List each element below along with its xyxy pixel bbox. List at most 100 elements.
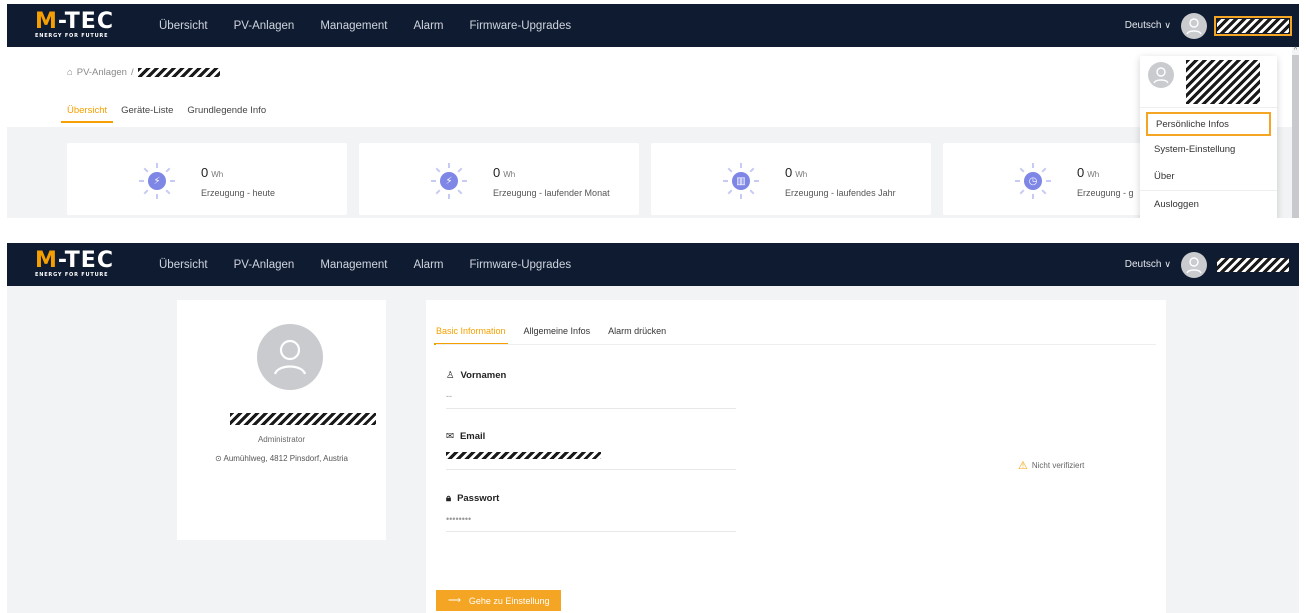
nav-management[interactable]: Management bbox=[320, 20, 387, 32]
sun-ray bbox=[139, 180, 144, 182]
production-value: 0 bbox=[493, 165, 501, 180]
production-label: Erzeugung - g bbox=[1077, 188, 1134, 198]
sun-ray bbox=[1015, 180, 1020, 182]
tab-overview[interactable]: Übersicht bbox=[60, 105, 114, 123]
chevron-down-icon: ∨ bbox=[1164, 259, 1171, 269]
person-icon: ♙ bbox=[446, 370, 455, 381]
tab-general-info[interactable]: Allgemeine Infos bbox=[524, 326, 591, 336]
sun-ray bbox=[1046, 180, 1051, 182]
nav-firmware-upgrades[interactable]: Firmware-Upgrades bbox=[469, 20, 571, 32]
breadcrumb-plant-name-redacted bbox=[137, 68, 220, 77]
sun-ray bbox=[448, 163, 450, 168]
production-unit: Wh bbox=[503, 170, 516, 179]
nav-overview[interactable]: Übersicht bbox=[159, 20, 208, 32]
location-text: Aumühlweg, 4812 Pinsdorf, Austria bbox=[223, 454, 348, 463]
sun-ray bbox=[1032, 194, 1034, 199]
sun-ray bbox=[435, 167, 441, 173]
card-production-month: ⚡ 0 Wh Erzeugung - laufender Monat bbox=[359, 143, 639, 215]
sun-ray bbox=[740, 163, 742, 168]
sun-ray bbox=[754, 180, 759, 182]
home-icon[interactable]: ⌂ bbox=[67, 67, 73, 78]
sun-ray bbox=[156, 194, 158, 199]
mtec-logo[interactable]: M-TEC ENERGY FOR FUTURE bbox=[35, 9, 131, 40]
sun-ray bbox=[1019, 189, 1025, 195]
profile-avatar[interactable] bbox=[257, 324, 323, 390]
tab-divider bbox=[436, 344, 1156, 345]
nav-alarm[interactable]: Alarm bbox=[413, 259, 443, 271]
sun-ray bbox=[1041, 189, 1047, 195]
lightning-icon: ⚡ bbox=[139, 163, 175, 199]
breadcrumb-pv-plants[interactable]: PV-Anlagen bbox=[77, 67, 127, 78]
menu-system-settings[interactable]: System-Einstellung bbox=[1140, 136, 1277, 163]
card-production-today: ⚡ 0 Wh Erzeugung - heute bbox=[67, 143, 347, 215]
menu-logout[interactable]: Ausloggen bbox=[1140, 190, 1277, 217]
breadcrumb-separator: / bbox=[130, 67, 134, 78]
logo-accent: M bbox=[35, 9, 58, 34]
password-value: •••••••• bbox=[446, 514, 472, 524]
language-label: Deutsch bbox=[1124, 259, 1162, 270]
first-name-value: -- bbox=[446, 391, 452, 401]
profile-name-redacted bbox=[230, 413, 376, 425]
nav-pv-plants[interactable]: PV-Anlagen bbox=[234, 259, 295, 271]
email-field: ✉ Email bbox=[446, 431, 736, 470]
chevron-down-icon: ∨ bbox=[1164, 20, 1171, 30]
mtec-logo[interactable]: M-TEC ENERGY FOR FUTURE bbox=[35, 248, 131, 279]
logo-tagline: ENERGY FOR FUTURE bbox=[35, 272, 109, 278]
menu-about[interactable]: Über bbox=[1140, 163, 1277, 190]
tab-basic-information[interactable]: Basic Information bbox=[434, 326, 508, 345]
sun-ray bbox=[431, 180, 436, 182]
sun-ray bbox=[457, 167, 463, 173]
bar-chart-icon: ▥ bbox=[723, 163, 759, 199]
tab-basic-info[interactable]: Grundlegende Info bbox=[187, 105, 266, 116]
user-avatar[interactable] bbox=[1181, 12, 1207, 39]
nav-alarm[interactable]: Alarm bbox=[413, 20, 443, 32]
production-value: 0 bbox=[785, 165, 793, 180]
sun-ray bbox=[1032, 163, 1034, 168]
production-label: Erzeugung - heute bbox=[201, 188, 276, 198]
breadcrumb: ⌂ PV-Anlagen / bbox=[67, 67, 220, 78]
top-navigation-bar: M-TEC ENERGY FOR FUTURE Übersicht PV-Anl… bbox=[7, 4, 1299, 47]
user-avatar[interactable] bbox=[1181, 251, 1207, 278]
language-selector[interactable]: Deutsch ∨ bbox=[1125, 20, 1171, 31]
scrollbar[interactable] bbox=[1292, 47, 1299, 218]
scroll-up-arrow-icon[interactable]: ^ bbox=[1292, 47, 1299, 55]
user-name-redacted[interactable] bbox=[1214, 15, 1292, 36]
lock-icon: 🔒︎ bbox=[446, 493, 452, 504]
tab-alarm[interactable]: Alarm drücken bbox=[608, 326, 666, 336]
sun-ray bbox=[462, 180, 467, 182]
tab-device-list[interactable]: Geräte-Liste bbox=[121, 105, 173, 116]
sun-ray bbox=[143, 167, 149, 173]
go-to-settings-label: Gehe zu Einstellung bbox=[468, 595, 550, 606]
sun-ray bbox=[727, 189, 733, 195]
nav-firmware-upgrades[interactable]: Firmware-Upgrades bbox=[469, 259, 571, 271]
production-label: Erzeugung - laufender Monat bbox=[493, 188, 610, 198]
sun-ray bbox=[170, 180, 175, 182]
email-verification-status: ⚠ Nicht verifiziert bbox=[1018, 459, 1084, 472]
user-menu-dropdown: Persönliche Infos System-Einstellung Übe… bbox=[1140, 56, 1277, 218]
language-selector[interactable]: Deutsch ∨ bbox=[1125, 259, 1171, 270]
sun-ray bbox=[1041, 167, 1047, 173]
production-value: 0 bbox=[201, 165, 209, 180]
location-pin-icon: ⊙ bbox=[215, 454, 222, 463]
logo-text: -TEC bbox=[57, 248, 114, 273]
profile-location: ⊙ Aumühlweg, 4812 Pinsdorf, Austria bbox=[177, 454, 386, 463]
envelope-icon: ✉ bbox=[446, 431, 454, 442]
production-unit: Wh bbox=[1087, 170, 1100, 179]
user-name-redacted[interactable] bbox=[1217, 257, 1289, 272]
nav-pv-plants[interactable]: PV-Anlagen bbox=[234, 20, 295, 32]
main-nav: Übersicht PV-Anlagen Management Alarm Fi… bbox=[159, 20, 571, 32]
nav-overview[interactable]: Übersicht bbox=[159, 259, 208, 271]
sun-ray bbox=[143, 189, 149, 195]
user-icon bbox=[1186, 17, 1202, 34]
menu-personal-info[interactable]: Persönliche Infos bbox=[1146, 112, 1271, 136]
top-navigation-bar: M-TEC ENERGY FOR FUTURE Übersicht PV-Anl… bbox=[7, 243, 1299, 286]
profile-details-panel: Basic Information Allgemeine Infos Alarm… bbox=[426, 300, 1166, 613]
nav-management[interactable]: Management bbox=[320, 259, 387, 271]
sun-ray bbox=[723, 180, 728, 182]
first-name-label: Vornamen bbox=[460, 370, 507, 381]
clock-icon: ◷ bbox=[1015, 163, 1051, 199]
go-to-settings-button[interactable]: ⟶ Gehe zu Einstellung bbox=[436, 590, 561, 611]
sun-ray bbox=[156, 163, 158, 168]
profile-role: Administrator bbox=[257, 435, 306, 444]
sun-ray bbox=[448, 194, 450, 199]
